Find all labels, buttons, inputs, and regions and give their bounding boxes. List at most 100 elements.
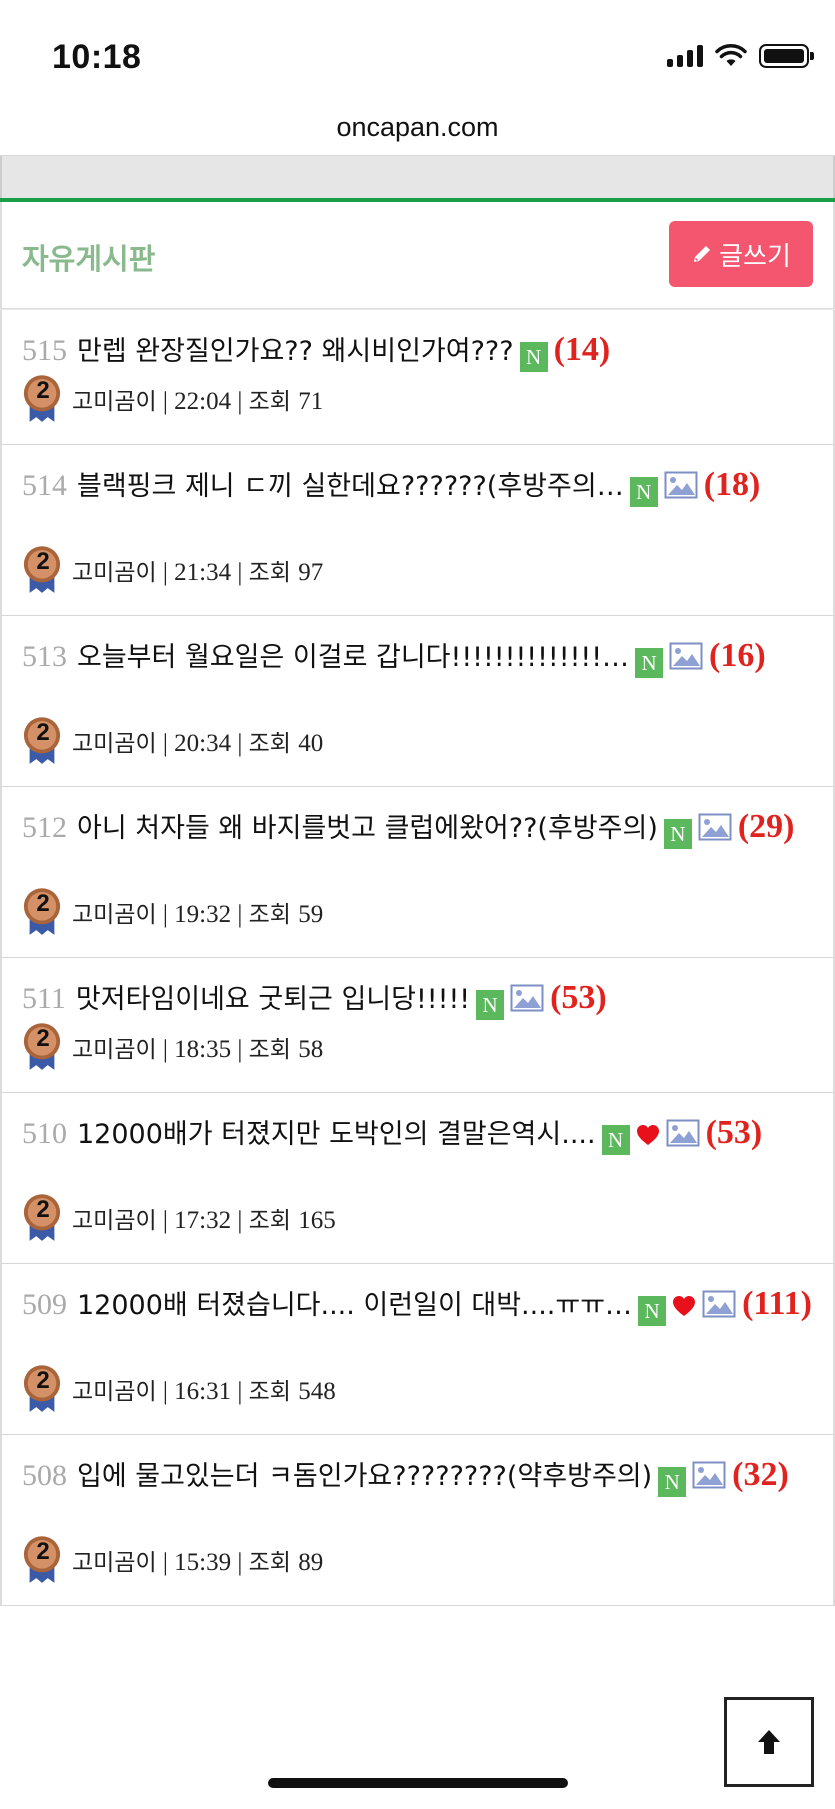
post-time: 22:04	[174, 388, 232, 415]
comment-count: (14)	[553, 331, 611, 368]
separator: |	[156, 901, 175, 928]
post-author[interactable]: 고미곰이	[72, 1037, 157, 1063]
battery-icon	[759, 44, 814, 68]
level-number: 2	[36, 719, 50, 746]
post-number: 510	[22, 1117, 67, 1150]
post-row[interactable]: 511 맛저타임이네요 굿퇴근 입니당!!!!! N (53) 2 고미곰이 | 18:3…	[0, 958, 835, 1093]
post-number: 512	[22, 811, 67, 844]
image-attachment-icon	[698, 813, 732, 841]
post-author[interactable]: 고미곰이	[72, 902, 157, 928]
new-badge: N	[658, 1467, 687, 1497]
board-title: 자유게시판	[22, 242, 156, 276]
arrow-up-icon	[758, 1730, 780, 1754]
separator: |	[231, 730, 249, 757]
post-row[interactable]: 508 입에 물고있는더 ㅋ돔인가요????????(약후방주의) N (32) 2 고미…	[0, 1435, 835, 1606]
level-number: 2	[36, 1196, 50, 1223]
views-count: 59	[298, 901, 324, 928]
post-meta-text: 고미곰이 | 15:39 | 조회 89	[72, 1543, 323, 1577]
post-author[interactable]: 고미곰이	[72, 731, 157, 757]
write-post-button[interactable]: 글쓰기	[669, 221, 813, 287]
post-row[interactable]: 512 아니 처자들 왜 바지를벗고 클럽에왔어??(후방주의) N (29) 2 고미곰…	[0, 787, 835, 958]
new-badge: N	[601, 1125, 630, 1155]
views-label: 조회	[248, 1208, 291, 1234]
heart-icon	[636, 1125, 659, 1145]
image-attachment-icon	[510, 984, 544, 1012]
post-row[interactable]: 509 12000배 터졌습니다.... 이런일이 대박....ㅠㅠ… N (111)…	[0, 1264, 835, 1435]
comment-count: (16)	[709, 637, 766, 674]
write-post-label: 글쓰기	[719, 240, 791, 271]
post-row[interactable]: 515 만렙 완장질인가요?? 왜시비인가여??? N (14) 2 고미곰이 | 22:…	[0, 310, 835, 445]
post-meta-text: 고미곰이 | 20:34 | 조회 40	[72, 724, 323, 758]
separator: |	[156, 730, 175, 757]
post-title-line[interactable]: 510 12000배가 터졌지만 도박인의 결말은역시.... N (53)	[22, 1111, 813, 1157]
heart-icon	[673, 1296, 696, 1316]
post-author[interactable]: 고미곰이	[72, 1208, 157, 1234]
new-badge: N	[635, 648, 664, 678]
post-title-line[interactable]: 513 오늘부터 월요일은 이걸로 갑니다!!!!!!!!!!!!!!… N (16)	[22, 634, 813, 680]
views-label: 조회	[248, 1379, 291, 1405]
post-meta: 2 고미곰이 | 19:32 | 조회 59	[22, 867, 323, 957]
post-author[interactable]: 고미곰이	[72, 389, 157, 415]
post-meta-text: 고미곰이 | 22:04 | 조회 71	[72, 382, 323, 416]
post-time: 18:35	[174, 1036, 232, 1063]
views-label: 조회	[248, 731, 291, 757]
separator: |	[156, 388, 175, 415]
post-time: 16:31	[174, 1378, 232, 1405]
new-badge: N	[476, 990, 505, 1020]
post-meta: 2 고미곰이 | 21:34 | 조회 97	[22, 525, 323, 615]
level-number: 2	[36, 1538, 50, 1565]
separator: |	[231, 1549, 249, 1576]
post-author[interactable]: 고미곰이	[72, 560, 157, 586]
level-number: 2	[36, 377, 50, 404]
views-label: 조회	[248, 389, 291, 415]
separator: |	[156, 1036, 175, 1063]
image-attachment-icon	[666, 1119, 700, 1147]
post-author[interactable]: 고미곰이	[72, 1379, 157, 1405]
separator: |	[231, 1378, 249, 1405]
image-attachment-icon	[669, 642, 703, 670]
post-time: 20:34	[174, 730, 232, 757]
separator: |	[231, 388, 249, 415]
post-number: 508	[22, 1459, 67, 1492]
views-count: 97	[298, 559, 324, 586]
post-meta-text: 고미곰이 | 16:31 | 조회 548	[72, 1372, 336, 1406]
separator: |	[231, 1207, 249, 1234]
post-number: 514	[22, 469, 67, 502]
post-title-link[interactable]: 입에 물고있는더 ㅋ돔인가요????????(약후방주의)	[77, 1461, 652, 1492]
post-title-link[interactable]: 블랙핑크 제니 ㄷ끼 실한데요??????(후방주의…	[77, 471, 624, 502]
views-count: 71	[298, 388, 324, 415]
post-meta-text: 고미곰이 | 17:32 | 조회 165	[72, 1201, 336, 1235]
post-row[interactable]: 513 오늘부터 월요일은 이걸로 갑니다!!!!!!!!!!!!!!… N (16)…	[0, 616, 835, 787]
views-label: 조회	[248, 902, 291, 928]
post-meta: 2 고미곰이 | 20:34 | 조회 40	[22, 696, 323, 786]
post-title-link[interactable]: 오늘부터 월요일은 이걸로 갑니다!!!!!!!!!!!!!!…	[77, 642, 629, 673]
separator: |	[231, 1036, 249, 1063]
views-label: 조회	[248, 1037, 291, 1063]
home-indicator	[268, 1778, 568, 1788]
comment-count: (53)	[705, 1114, 763, 1151]
post-author[interactable]: 고미곰이	[72, 1550, 157, 1576]
comment-count: (18)	[703, 466, 761, 503]
post-title-line[interactable]: 512 아니 처자들 왜 바지를벗고 클럽에왔어??(후방주의) N (29)	[22, 805, 813, 851]
post-meta: 2 고미곰이 | 17:32 | 조회 165	[22, 1173, 336, 1263]
post-meta: 2 고미곰이 | 15:39 | 조회 89	[22, 1515, 323, 1605]
post-title-line[interactable]: 509 12000배 터졌습니다.... 이런일이 대박....ㅠㅠ… N (111)	[22, 1282, 813, 1328]
image-attachment-icon	[702, 1290, 736, 1318]
post-row[interactable]: 510 12000배가 터졌지만 도박인의 결말은역시.... N (53) 2 고미곰이…	[0, 1093, 835, 1264]
post-row[interactable]: 514 블랙핑크 제니 ㄷ끼 실한데요??????(후방주의… N (18) 2 고미곰이…	[0, 445, 835, 616]
comment-count: (32)	[732, 1456, 789, 1493]
post-meta-text: 고미곰이 | 21:34 | 조회 97	[72, 553, 323, 587]
post-title-link[interactable]: 12000배 터졌습니다.... 이런일이 대박....ㅠㅠ…	[77, 1290, 632, 1321]
address-bar[interactable]: oncapan.com	[0, 100, 835, 154]
post-title-line[interactable]: 508 입에 물고있는더 ㅋ돔인가요????????(약후방주의) N (32)	[22, 1453, 813, 1499]
post-title-line[interactable]: 514 블랙핑크 제니 ㄷ끼 실한데요??????(후방주의… N (18)	[22, 463, 813, 509]
post-title-link[interactable]: 아니 처자들 왜 바지를벗고 클럽에왔어??(후방주의)	[77, 813, 658, 844]
scroll-to-top-button[interactable]	[724, 1697, 814, 1787]
status-icons	[667, 44, 814, 68]
status-bar: 10:18	[0, 0, 835, 110]
status-time: 10:18	[52, 38, 142, 76]
image-attachment-icon	[692, 1461, 726, 1489]
separator: |	[156, 1207, 175, 1234]
new-badge: N	[629, 477, 658, 507]
post-title-link[interactable]: 12000배가 터졌지만 도박인의 결말은역시....	[77, 1119, 596, 1150]
